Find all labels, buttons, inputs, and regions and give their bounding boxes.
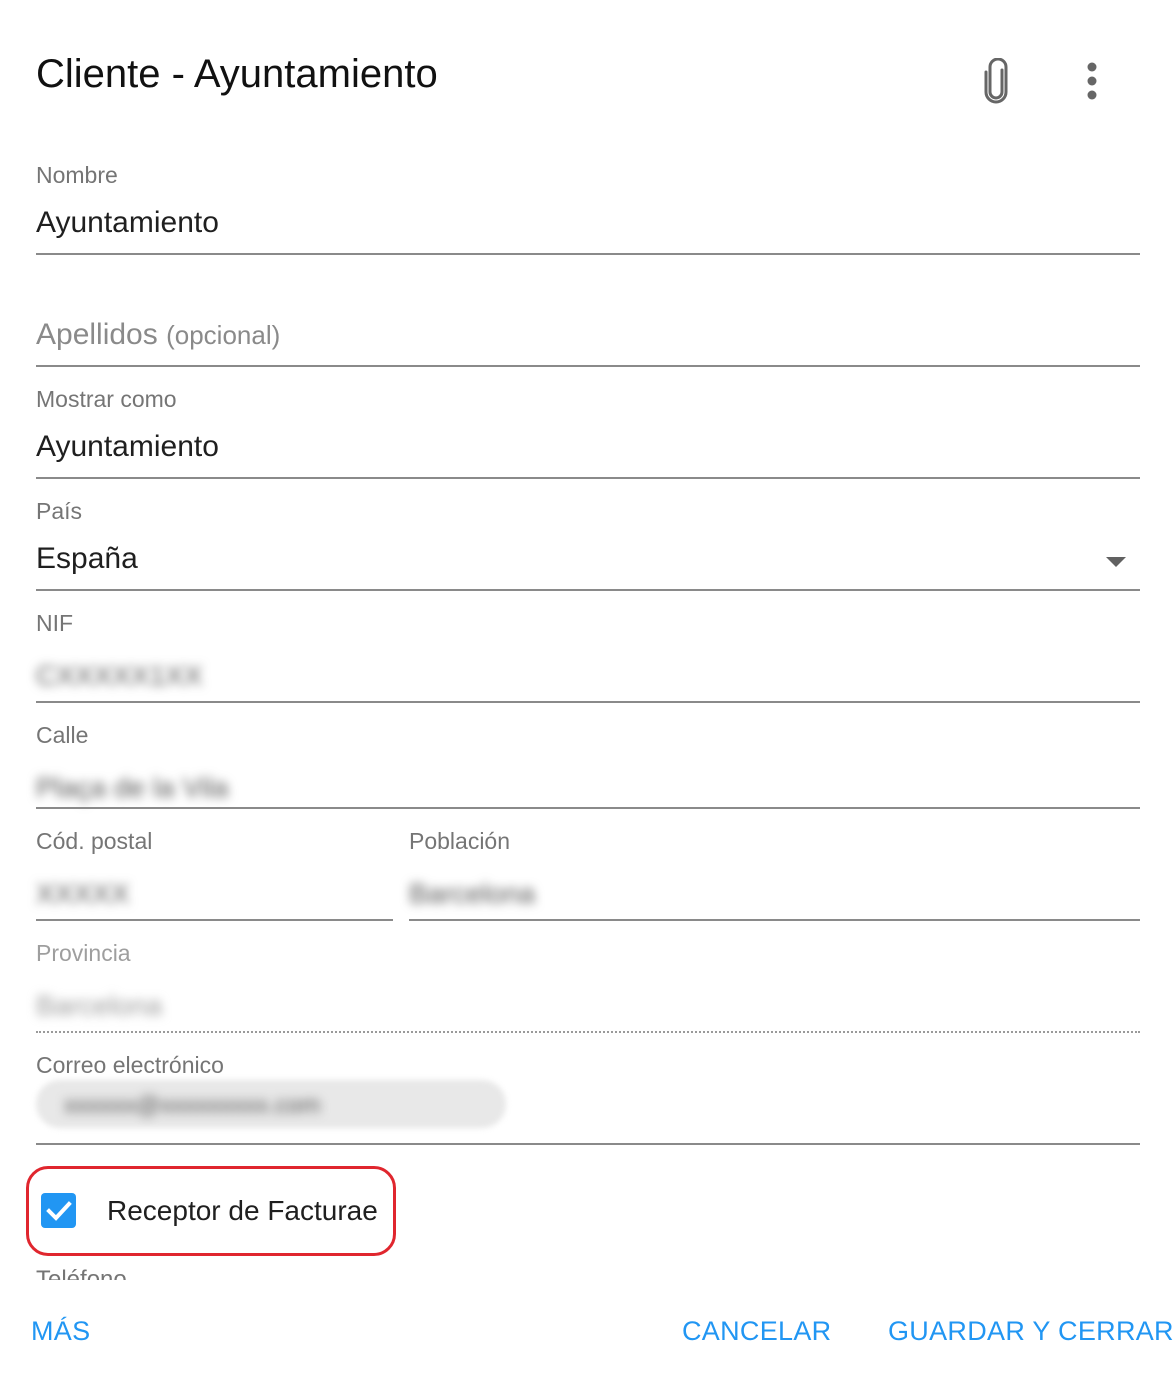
more-options-button[interactable] bbox=[1067, 54, 1117, 108]
poblacion-field[interactable]: Población Barcelona bbox=[409, 826, 1140, 922]
nombre-field[interactable]: Nombre Ayuntamiento bbox=[36, 160, 1140, 256]
calle-underline bbox=[36, 807, 1140, 809]
calle-field[interactable]: Calle Plaça de la Vila bbox=[36, 720, 1140, 810]
telefono-field-partial: Teléfono bbox=[36, 1262, 156, 1280]
provincia-underline bbox=[36, 1031, 1140, 1033]
mas-button[interactable]: MÁS bbox=[31, 1316, 90, 1347]
calle-value: Plaça de la Vila bbox=[36, 772, 229, 803]
cod-postal-value: XXXXX bbox=[36, 878, 130, 909]
poblacion-value: Barcelona bbox=[409, 878, 536, 909]
nif-label: NIF bbox=[36, 610, 74, 636]
apellidos-label: Apellidos bbox=[36, 318, 158, 351]
page-title: Cliente - Ayuntamiento bbox=[36, 52, 438, 96]
correo-underline bbox=[36, 1143, 1140, 1145]
calle-label: Calle bbox=[36, 722, 89, 748]
correo-field[interactable]: Correo electrónico xxxxxx@xxxxxxxxx.com bbox=[36, 1050, 1140, 1146]
pais-label: País bbox=[36, 498, 83, 524]
pais-value: España bbox=[36, 542, 138, 575]
provincia-label: Provincia bbox=[36, 940, 131, 966]
provincia-value: Barcelona bbox=[36, 990, 163, 1021]
apellidos-placeholder: Apellidos (opcional) bbox=[36, 318, 280, 352]
cod-postal-label: Cód. postal bbox=[36, 828, 153, 854]
cancel-button[interactable]: CANCELAR bbox=[682, 1316, 831, 1347]
receptor-facturae-highlight: Receptor de Facturae bbox=[26, 1166, 396, 1256]
provincia-field: Provincia Barcelona bbox=[36, 938, 1140, 1034]
mostrar-como-label: Mostrar como bbox=[36, 386, 177, 412]
nombre-value: Ayuntamiento bbox=[36, 206, 219, 239]
nif-field[interactable]: NIF CXXXXX1XX bbox=[36, 608, 1140, 704]
attach-button[interactable] bbox=[971, 54, 1021, 108]
nif-underline bbox=[36, 701, 1140, 703]
receptor-facturae-checkbox[interactable] bbox=[41, 1193, 76, 1228]
cod-postal-field[interactable]: Cód. postal XXXXX bbox=[36, 826, 393, 922]
pais-underline bbox=[36, 589, 1140, 591]
nombre-label: Nombre bbox=[36, 162, 118, 188]
nombre-underline bbox=[36, 253, 1140, 255]
poblacion-underline bbox=[409, 919, 1140, 921]
mostrar-como-underline bbox=[36, 477, 1140, 479]
poblacion-label: Población bbox=[409, 828, 511, 854]
pais-select[interactable]: País España bbox=[36, 496, 1140, 592]
receptor-facturae-label: Receptor de Facturae bbox=[107, 1195, 378, 1226]
paperclip-icon bbox=[984, 58, 1008, 104]
correo-label: Correo electrónico bbox=[36, 1052, 224, 1078]
correo-value: xxxxxx@xxxxxxxxx.com bbox=[64, 1092, 321, 1119]
mostrar-como-field[interactable]: Mostrar como Ayuntamiento bbox=[36, 384, 1140, 480]
more-vert-icon bbox=[1087, 62, 1097, 100]
cod-postal-underline bbox=[36, 919, 393, 921]
apellidos-field[interactable]: Apellidos (opcional) bbox=[36, 300, 1140, 368]
nif-value: CXXXXX1XX bbox=[36, 660, 203, 691]
check-icon bbox=[45, 1200, 72, 1221]
apellidos-hint: (opcional) bbox=[166, 320, 281, 350]
telefono-label: Teléfono bbox=[36, 1266, 127, 1280]
chevron-down-icon bbox=[1106, 557, 1126, 567]
save-and-close-button[interactable]: GUARDAR Y CERRAR bbox=[888, 1316, 1174, 1347]
mostrar-como-value: Ayuntamiento bbox=[36, 430, 219, 463]
apellidos-underline bbox=[36, 365, 1140, 367]
